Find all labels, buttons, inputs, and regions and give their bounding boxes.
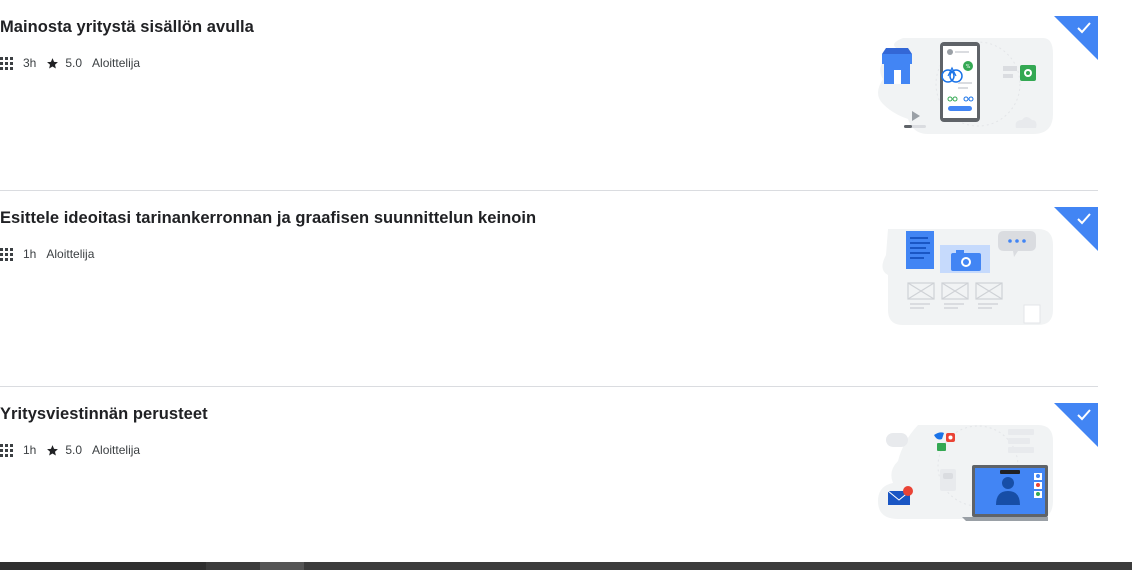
course-meta: 1h Aloittelija: [0, 247, 104, 261]
course-meta: 3h 5.0 Aloittelija: [0, 56, 150, 70]
course-level: Aloittelija: [92, 443, 141, 457]
course-rating: 5.0: [65, 56, 83, 70]
completed-badge: [1054, 207, 1098, 251]
course-title[interactable]: Yritysviestinnän perusteet: [0, 405, 208, 424]
svg-text:%: %: [966, 64, 971, 70]
completed-badge: [1054, 16, 1098, 60]
course-level: Aloittelija: [46, 247, 95, 261]
star-icon: [47, 444, 59, 455]
laptop-video-call-illustration: [878, 425, 1053, 521]
taskbar: [0, 562, 1132, 570]
course-card[interactable]: Esittele ideoitasi tarinankerronnan ja g…: [0, 191, 1098, 387]
course-card[interactable]: Mainosta yritystä sisällön avulla 3h 5.0…: [0, 0, 1098, 191]
star-icon: [47, 57, 59, 68]
taskbar-segment[interactable]: [260, 562, 304, 570]
store-phone-illustration: %: [878, 38, 1053, 134]
document-camera-illustration: [882, 229, 1053, 325]
grid-icon: [0, 56, 13, 70]
course-level: Aloittelija: [92, 56, 141, 70]
completed-badge: [1054, 403, 1098, 447]
course-duration: 1h: [23, 443, 37, 457]
course-meta: 1h 5.0 Aloittelija: [0, 443, 150, 457]
course-duration: 1h: [23, 247, 37, 261]
course-rating: 5.0: [65, 443, 83, 457]
course-duration: 3h: [23, 56, 37, 70]
course-card[interactable]: Yritysviestinnän perusteet 1h 5.0 Aloitt…: [0, 387, 1098, 570]
grid-icon: [0, 443, 13, 457]
course-title[interactable]: Mainosta yritystä sisällön avulla: [0, 18, 254, 37]
taskbar-segment[interactable]: [0, 562, 206, 570]
course-list: Mainosta yritystä sisällön avulla 3h 5.0…: [0, 0, 1098, 570]
grid-icon: [0, 247, 13, 261]
course-title[interactable]: Esittele ideoitasi tarinankerronnan ja g…: [0, 209, 536, 228]
